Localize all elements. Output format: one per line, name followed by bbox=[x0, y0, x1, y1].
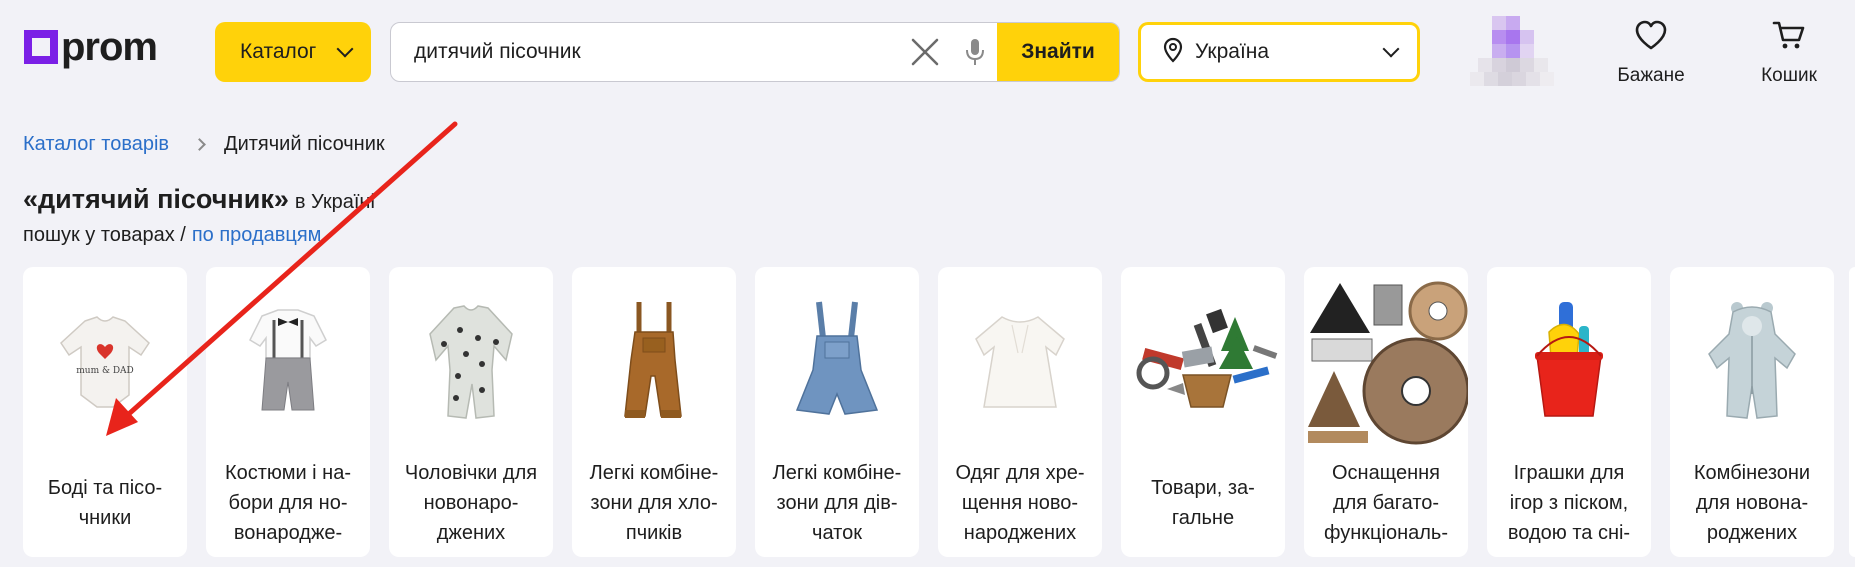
breadcrumb-current: Дитячий пісочник bbox=[224, 133, 385, 155]
category-card-partial bbox=[1849, 267, 1855, 557]
category-label: Костюми і на- бори для но- вонародже- bbox=[224, 462, 351, 544]
clear-icon[interactable] bbox=[897, 23, 953, 81]
wishlist-button[interactable]: Бажане bbox=[1596, 20, 1706, 90]
avatar[interactable] bbox=[1470, 16, 1556, 90]
title-query: «дитячий пісочник» bbox=[23, 184, 289, 214]
category-label: Оснащення для багато- функціональ- bbox=[1324, 462, 1448, 544]
category-card[interactable]: Оснащення для багато- функціональ- bbox=[1304, 267, 1468, 557]
search-by-sellers-link[interactable]: по продавцям bbox=[192, 224, 322, 247]
overalls-boy-image bbox=[572, 279, 736, 447]
search-bar: Знайти bbox=[390, 22, 1120, 82]
search-mode-switch: пошук у товарах / по продавцям bbox=[23, 224, 321, 247]
category-card[interactable]: mum & DAD Боді та пісо- чники bbox=[23, 267, 187, 557]
sleepsuit-image bbox=[389, 279, 553, 447]
region-label: Україна bbox=[1195, 40, 1270, 63]
search-input[interactable] bbox=[391, 23, 897, 81]
category-card[interactable]: Костюми і на- бори для но- вонародже- bbox=[206, 267, 370, 557]
chevron-down-icon bbox=[336, 40, 354, 58]
category-card[interactable]: Іграшки для ігор з піском, водою та сні- bbox=[1487, 267, 1651, 557]
prom-logo[interactable]: prom bbox=[24, 25, 158, 69]
cart-icon bbox=[1772, 20, 1806, 55]
category-label: Іграшки для ігор з піском, водою та сні- bbox=[1507, 462, 1631, 544]
category-cards: mum & DAD Боді та пісо- чники Костюми і … bbox=[23, 267, 1834, 557]
category-card[interactable]: Чоловічки для новонаро- джених bbox=[389, 267, 553, 557]
location-pin-icon bbox=[1163, 37, 1183, 68]
category-card[interactable]: Легкі комбіне- зони для хло- пчиків bbox=[572, 267, 736, 557]
title-suffix: в Україні bbox=[294, 191, 375, 213]
general-goods-image bbox=[1121, 279, 1285, 447]
category-label: Товари, за- гальне bbox=[1151, 477, 1255, 529]
bodysuit-image: mum & DAD bbox=[23, 279, 187, 447]
search-button[interactable]: Знайти bbox=[997, 23, 1119, 81]
breadcrumb: Каталог товарів Дитячий пісочник bbox=[23, 133, 385, 156]
category-card[interactable]: Товари, за- гальне bbox=[1121, 267, 1285, 557]
catalog-button[interactable]: Каталог bbox=[215, 22, 371, 82]
category-card[interactable]: Легкі комбіне- зони для дів- чаток bbox=[755, 267, 919, 557]
category-label: Легкі комбіне- зони для хло- пчиків bbox=[589, 462, 719, 544]
cart-button[interactable]: Кошик bbox=[1734, 20, 1844, 90]
breadcrumb-catalog-link[interactable]: Каталог товарів bbox=[23, 133, 169, 156]
suit-set-image bbox=[206, 279, 370, 447]
svg-text:mum & DAD: mum & DAD bbox=[76, 366, 134, 376]
heart-icon bbox=[1634, 20, 1668, 55]
christening-dress-image bbox=[938, 279, 1102, 447]
logo-mark-icon bbox=[24, 30, 58, 64]
region-select[interactable]: Україна bbox=[1138, 22, 1420, 82]
category-label: Одяг для хре- щення ново- народжених bbox=[955, 462, 1085, 544]
category-label: Чоловічки для новонаро- джених bbox=[404, 462, 538, 544]
page-title: «дитячий пісочник» в Україні bbox=[23, 184, 375, 215]
snowsuit-image bbox=[1670, 279, 1834, 447]
sand-toys-image bbox=[1487, 279, 1651, 447]
logo-text: prom bbox=[61, 25, 158, 69]
catalog-button-label: Каталог bbox=[240, 40, 317, 63]
cart-label: Кошик bbox=[1761, 65, 1817, 86]
search-mode-active: пошук у товарах / bbox=[23, 224, 186, 246]
wishlist-label: Бажане bbox=[1617, 65, 1685, 86]
category-card[interactable]: Одяг для хре- щення ново- народжених bbox=[938, 267, 1102, 557]
category-label: Боді та пісо- чники bbox=[47, 477, 163, 529]
chevron-down-icon bbox=[1382, 40, 1400, 58]
category-label: Комбінезони для новона- роджених bbox=[1693, 462, 1811, 544]
chevron-right-icon bbox=[193, 138, 206, 151]
page: prom Каталог Знайти Україна bbox=[0, 0, 1855, 567]
microphone-icon[interactable] bbox=[953, 23, 997, 81]
category-label: Легкі комбіне- зони для дів- чаток bbox=[772, 462, 902, 544]
multitool-accessories-image bbox=[1304, 279, 1468, 447]
category-card[interactable]: Комбінезони для новона- роджених bbox=[1670, 267, 1834, 557]
overalls-girl-image bbox=[755, 279, 919, 447]
